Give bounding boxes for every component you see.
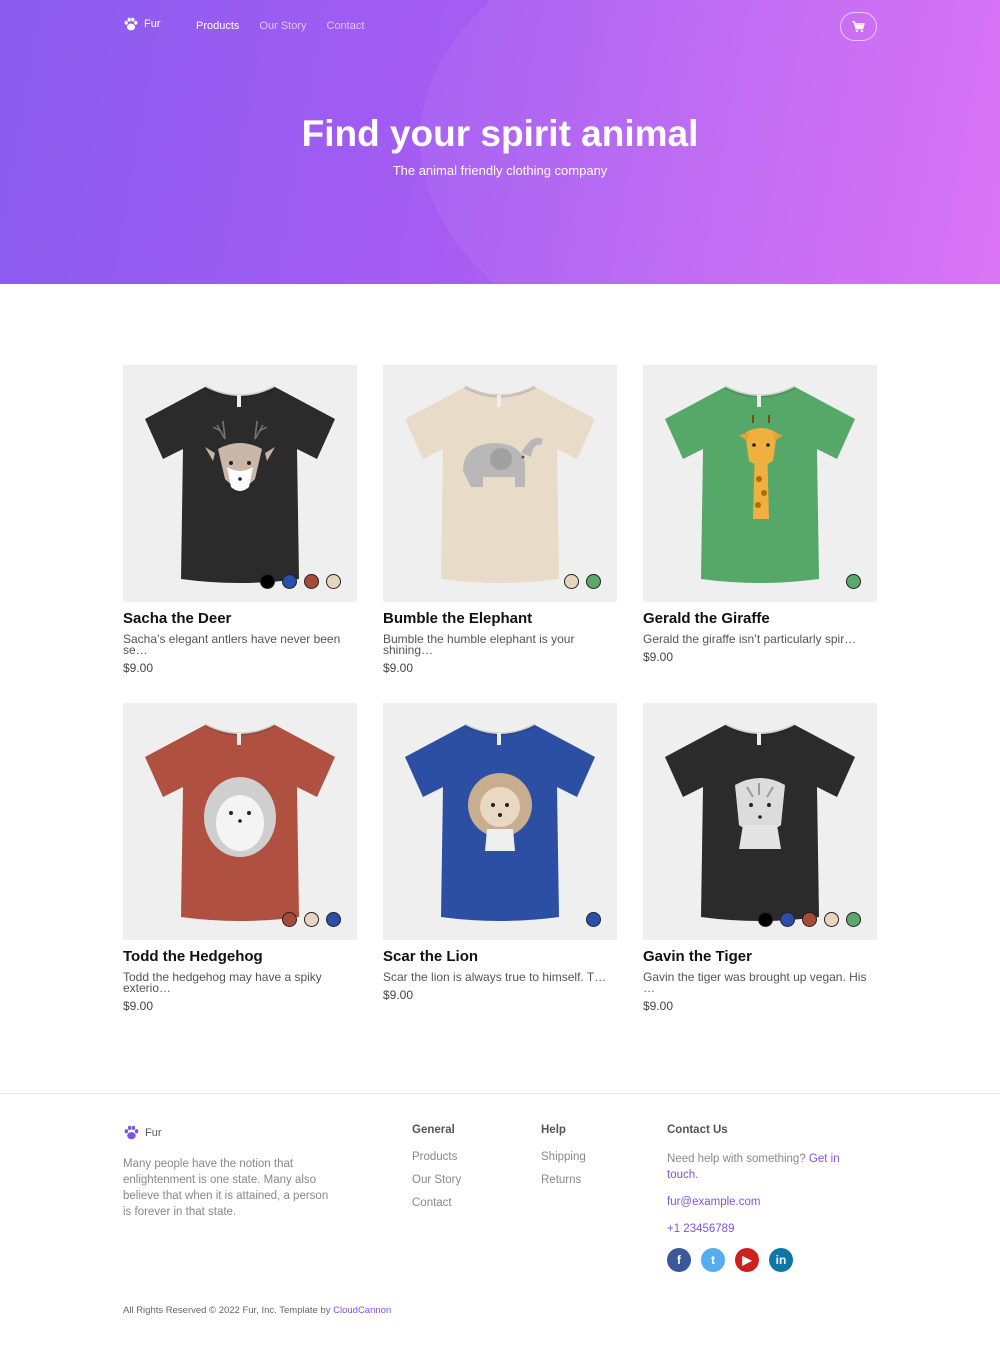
footer-link-products[interactable]: Products	[412, 1151, 461, 1163]
footer-brand-name: Fur	[145, 1126, 162, 1139]
product-card[interactable]: Gavin the Tiger Gavin the tiger was broug…	[643, 703, 877, 1013]
tshirt-image	[145, 723, 335, 921]
footer-link-returns[interactable]: Returns	[541, 1174, 586, 1186]
hero-title: Find your spirit animal	[301, 113, 699, 154]
product-card[interactable]: Bumble the Elephant Bumble the humble ele…	[383, 365, 617, 675]
product-title[interactable]: Sacha the Deer	[123, 610, 357, 627]
facebook-icon[interactable]: f	[667, 1248, 691, 1272]
twitter-icon[interactable]: t	[701, 1248, 725, 1272]
hero-banner: Fur Products Our Story Contact Find your s…	[0, 0, 1000, 284]
color-swatches	[260, 574, 341, 589]
nav-link-contact[interactable]: Contact	[327, 20, 365, 32]
color-swatch[interactable]	[802, 912, 817, 927]
cart-button[interactable]	[840, 12, 877, 41]
color-swatch[interactable]	[304, 574, 319, 589]
product-title[interactable]: Gerald the Giraffe	[643, 610, 877, 627]
tshirt-image	[145, 385, 335, 583]
contact-email-link[interactable]: fur@example.com	[667, 1196, 867, 1208]
color-swatches	[564, 574, 601, 589]
product-image[interactable]	[123, 365, 357, 602]
youtube-icon[interactable]: ▶	[735, 1248, 759, 1272]
footer-general-heading: General	[412, 1124, 455, 1136]
product-image[interactable]	[643, 703, 877, 940]
product-image[interactable]	[383, 703, 617, 940]
product-price: $9.00	[643, 650, 674, 664]
nav-links: Products Our Story Contact	[196, 20, 364, 32]
footer-contact-heading: Contact Us	[667, 1124, 728, 1136]
copyright: All Rights Reserved © 2022 Fur, Inc. Tem…	[123, 1305, 391, 1316]
linkedin-icon[interactable]: in	[769, 1248, 793, 1272]
color-swatch[interactable]	[824, 912, 839, 927]
product-description: Todd the hedgehog may have a spiky exter…	[123, 970, 322, 995]
product-price: $9.00	[383, 661, 414, 675]
color-swatch[interactable]	[282, 912, 297, 927]
footer-contact: Contact Us Need help with something? Get…	[667, 1124, 867, 1272]
tshirt-image	[405, 385, 595, 583]
color-swatch[interactable]	[326, 574, 341, 589]
product-image[interactable]	[123, 703, 357, 940]
color-swatch[interactable]	[304, 912, 319, 927]
product-title[interactable]: Scar the Lion	[383, 948, 617, 965]
cloudcannon-link[interactable]: CloudCannon	[333, 1305, 391, 1316]
nav-link-our-story[interactable]: Our Story	[259, 20, 306, 32]
tshirt-image	[405, 723, 595, 921]
color-swatch[interactable]	[758, 912, 773, 927]
footer: Fur Many people have the notion that enl…	[0, 1093, 1000, 1351]
tshirt-image	[665, 723, 855, 921]
product-description: Bumble the humble elephant is your shini…	[383, 632, 575, 657]
copyright-text: All Rights Reserved © 2022 Fur, Inc. Tem…	[123, 1305, 334, 1316]
hero-subtitle: The animal friendly clothing company	[392, 163, 608, 178]
top-nav: Fur Products Our Story Contact	[123, 12, 877, 42]
color-swatch[interactable]	[326, 912, 341, 927]
color-swatches	[282, 912, 341, 927]
footer-general: General Products Our Story Contact	[412, 1124, 461, 1220]
paw-icon	[124, 1125, 139, 1140]
contact-help-text: Need help with something?	[667, 1153, 809, 1165]
brand-name: Fur	[144, 18, 161, 30]
cart-icon	[852, 20, 865, 32]
product-description: Gavin the tiger was brought up vegan. Hi…	[643, 970, 867, 995]
product-card[interactable]: Sacha the Deer Sacha’s elegant antlers ha…	[123, 365, 357, 675]
color-swatch[interactable]	[586, 912, 601, 927]
footer-link-shipping[interactable]: Shipping	[541, 1151, 586, 1163]
color-swatches	[758, 912, 861, 927]
color-swatch[interactable]	[564, 574, 579, 589]
product-card[interactable]: Gerald the Giraffe Gerald the giraffe isn…	[643, 365, 877, 664]
paw-icon	[124, 17, 138, 31]
color-swatch[interactable]	[586, 574, 601, 589]
footer-brand[interactable]: Fur	[123, 1124, 162, 1141]
footer-about: Many people have the notion that enlight…	[123, 1158, 329, 1218]
color-swatch[interactable]	[282, 574, 297, 589]
product-image[interactable]	[643, 365, 877, 602]
footer-help-heading: Help	[541, 1124, 566, 1136]
product-price: $9.00	[383, 988, 414, 1002]
footer-contact-text: Need help with something? Get in touch.	[667, 1151, 867, 1183]
color-swatch[interactable]	[780, 912, 795, 927]
footer-help: Help Shipping Returns	[541, 1124, 586, 1197]
contact-phone-link[interactable]: +1 23456789	[667, 1223, 867, 1235]
product-price: $9.00	[123, 661, 154, 675]
brand-logo[interactable]: Fur	[123, 16, 161, 32]
color-swatch[interactable]	[846, 574, 861, 589]
color-swatches	[846, 574, 861, 589]
color-swatch[interactable]	[846, 912, 861, 927]
product-title[interactable]: Bumble the Elephant	[383, 610, 617, 627]
color-swatches	[586, 912, 601, 927]
product-title[interactable]: Todd the Hedgehog	[123, 948, 357, 965]
footer-link-contact[interactable]: Contact	[412, 1197, 461, 1209]
product-description: Sacha’s elegant antlers have never been …	[123, 632, 341, 657]
color-swatch[interactable]	[260, 574, 275, 589]
product-description: Scar the lion is always true to himself.…	[383, 970, 607, 984]
footer-link-our-story[interactable]: Our Story	[412, 1174, 461, 1186]
product-card[interactable]: Scar the Lion Scar the lion is always tru…	[383, 703, 617, 1002]
social-links: f t ▶ in	[667, 1248, 867, 1272]
product-card[interactable]: Todd the Hedgehog Todd the hedgehog may h…	[123, 703, 357, 1013]
product-title[interactable]: Gavin the Tiger	[643, 948, 877, 965]
product-price: $9.00	[643, 999, 674, 1013]
product-image[interactable]	[383, 365, 617, 602]
product-description: Gerald the giraffe isn’t particularly sp…	[643, 632, 857, 646]
tshirt-image	[665, 385, 855, 583]
nav-link-products[interactable]: Products	[196, 20, 239, 32]
product-price: $9.00	[123, 999, 154, 1013]
